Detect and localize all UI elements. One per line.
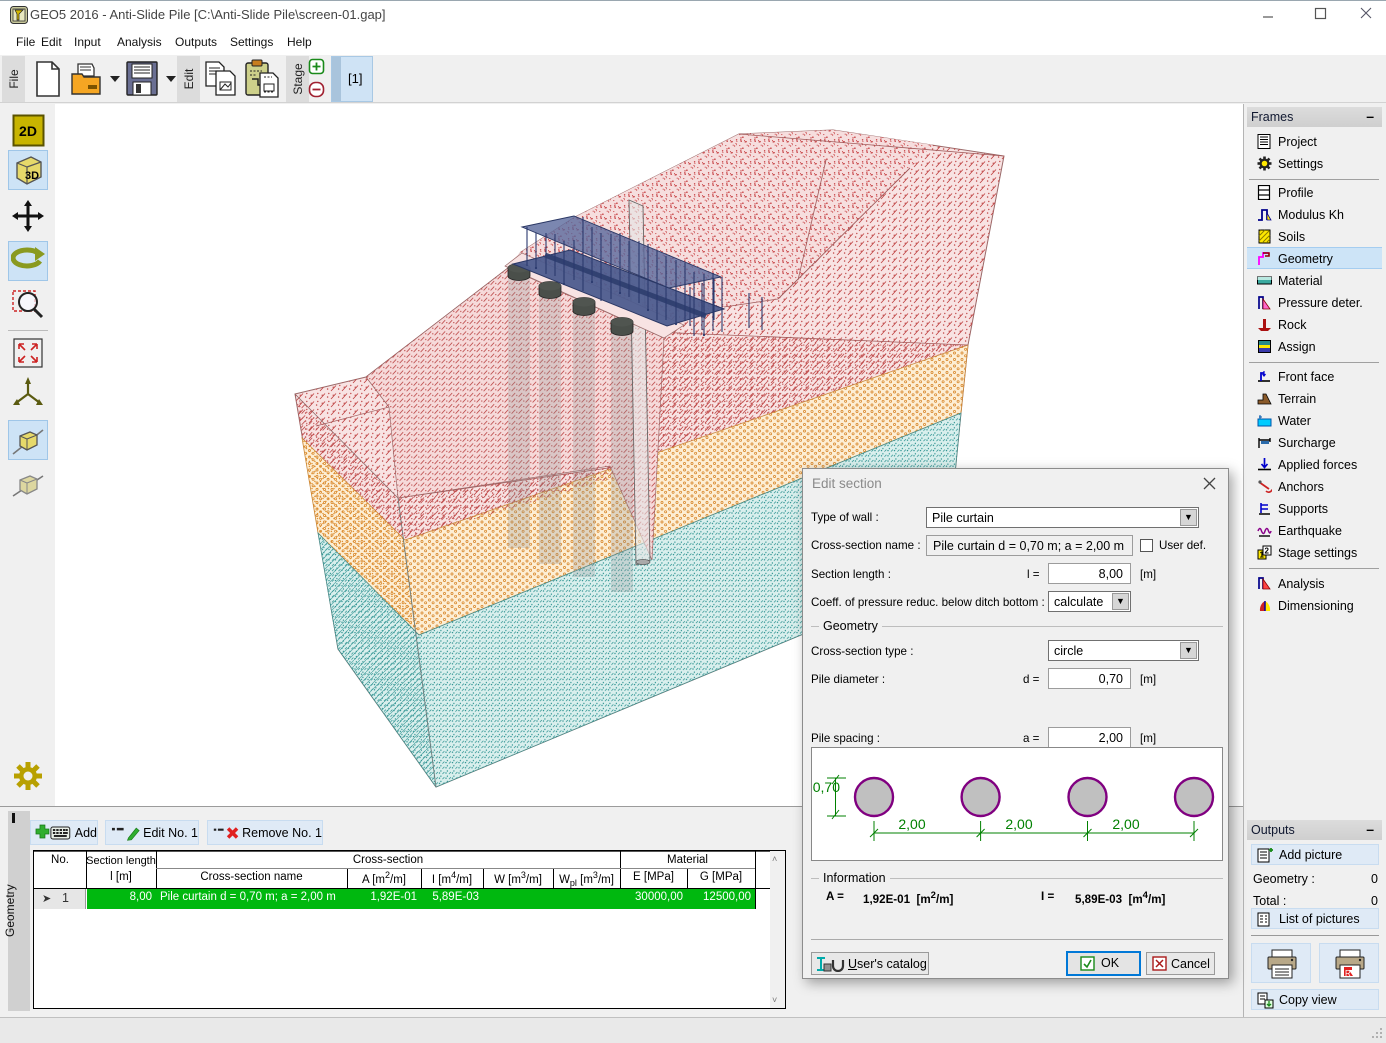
svg-text:2,00: 2,00 [898,816,925,832]
svg-text:0,70: 0,70 [813,779,840,795]
svg-text:2D: 2D [19,123,37,139]
svg-text:2,00: 2,00 [1005,816,1032,832]
svg-text:1: 1 [1260,551,1265,560]
svg-text:2: 2 [1265,547,1270,556]
svg-text:R: R [1345,969,1351,978]
svg-text:2,00: 2,00 [1112,816,1139,832]
svg-text:3D: 3D [25,170,39,182]
